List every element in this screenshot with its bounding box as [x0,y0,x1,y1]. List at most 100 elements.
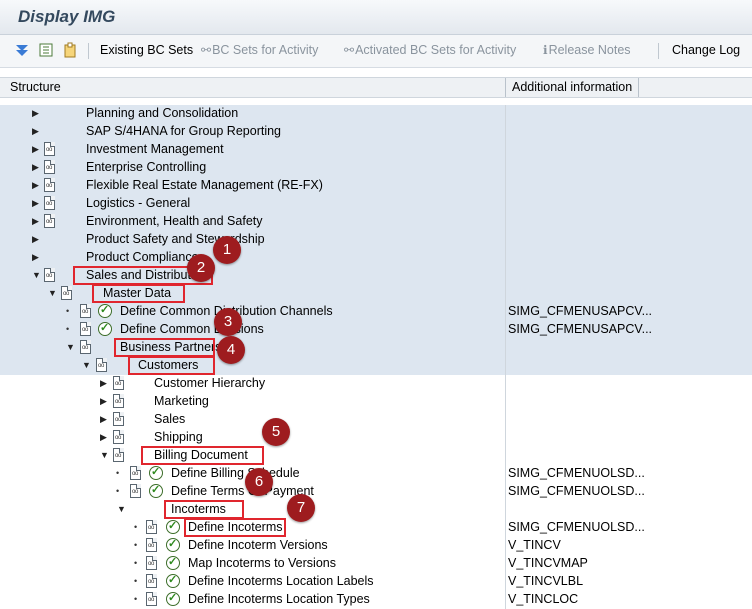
expand-arrow-right-icon[interactable]: ▶ [32,144,39,155]
documentation-icon[interactable]: oo [44,196,55,210]
tree-row[interactable]: ▼ Incoterms [0,501,752,519]
tree-row[interactable]: ▶ Product Safety and Stewardship [0,231,752,249]
documentation-icon[interactable]: oo [80,340,91,354]
execute-activity-icon[interactable] [149,465,163,480]
expand-arrow-right-icon[interactable]: ▶ [32,180,39,191]
expand-arrow-down-icon[interactable]: ▼ [117,504,126,514]
tree-node-label[interactable]: Shipping [154,430,203,444]
tree-node-label[interactable]: Environment, Health and Safety [86,214,263,228]
expand-arrow-right-icon[interactable]: ▶ [32,108,39,119]
execute-activity-icon[interactable] [98,321,112,336]
collapse-tree-icon[interactable] [38,42,54,58]
tree-node-label[interactable]: Define Common Divisions [120,322,264,336]
existing-bc-sets-button[interactable]: Existing BC Sets [100,43,193,57]
documentation-icon[interactable]: oo [113,412,124,426]
tree-node-label[interactable]: SAP S/4HANA for Group Reporting [86,124,281,138]
tree-node-label[interactable]: Flexible Real Estate Management (RE-FX) [86,178,323,192]
tree-row[interactable]: • oo Define Incoterms Location Labels V_TIN… [0,573,752,591]
documentation-icon[interactable]: oo [146,556,157,570]
documentation-icon[interactable]: oo [44,178,55,192]
tree-row[interactable]: • oo Define Incoterm Versions V_TINCV [0,537,752,555]
tree-node-label[interactable]: Map Incoterms to Versions [188,556,336,570]
column-divider[interactable] [505,78,506,97]
documentation-icon[interactable]: oo [44,160,55,174]
documentation-icon[interactable]: oo [44,268,55,282]
expand-arrow-down-icon[interactable]: ▼ [48,288,57,298]
tree-node-label[interactable]: Planning and Consolidation [86,106,238,120]
documentation-icon[interactable]: oo [113,448,124,462]
tree-row[interactable]: ▶ oo Enterprise Controlling [0,159,752,177]
tree-row[interactable]: ▶ Product Compliance [0,249,752,267]
column-divider[interactable] [638,78,639,97]
tree-node-label[interactable]: Define Billing Schedule [171,466,300,480]
expand-arrow-right-icon[interactable]: ▶ [100,414,107,425]
tree-node-label[interactable]: Marketing [154,394,209,408]
tree-node-label[interactable]: Investment Management [86,142,224,156]
documentation-icon[interactable]: oo [113,430,124,444]
expand-arrow-right-icon[interactable]: ▶ [32,216,39,227]
documentation-icon[interactable]: oo [80,304,91,318]
tree-node-label[interactable]: Logistics - General [86,196,190,210]
expand-arrow-right-icon[interactable]: ▶ [32,126,39,137]
tree-row[interactable]: ▶ oo Sales [0,411,752,429]
expand-arrow-right-icon[interactable]: ▶ [100,396,107,407]
tree-row[interactable]: • oo Define Incoterms Location Types V_TINC… [0,591,752,609]
tree-row[interactable]: ▶ Planning and Consolidation [0,105,752,123]
change-log-button[interactable]: Change Log [672,43,740,57]
tree-row[interactable]: ▼ oo Billing Document [0,447,752,465]
tree-node-label[interactable]: Define Incoterms Location Types [188,592,370,606]
documentation-icon[interactable]: oo [113,394,124,408]
execute-activity-icon[interactable] [166,573,180,588]
bc-sets-for-activity-button[interactable]: ⚯BC Sets for Activity [201,43,318,57]
expand-arrow-down-icon[interactable]: ▼ [82,360,91,370]
tree-row[interactable]: ▶ SAP S/4HANA for Group Reporting [0,123,752,141]
tree-row[interactable]: ▶ oo Logistics - General [0,195,752,213]
documentation-icon[interactable]: oo [61,286,72,300]
documentation-icon[interactable]: oo [44,214,55,228]
expand-arrow-right-icon[interactable]: ▶ [32,198,39,209]
execute-activity-icon[interactable] [149,483,163,498]
documentation-icon[interactable]: oo [146,592,157,606]
documentation-icon[interactable]: oo [146,520,157,534]
tree-node-label[interactable]: Product Compliance [86,250,199,264]
structure-column-header[interactable]: Structure [10,80,61,94]
tree-row[interactable]: •ooDefine IncotermsSIMG_CFMENUOLSD... [0,519,752,537]
documentation-icon[interactable]: oo [96,358,107,372]
expand-all-icon[interactable] [14,42,30,58]
expand-arrow-down-icon[interactable]: ▼ [32,270,41,280]
tree-row[interactable]: ▶ oo Environment, Health and Safety [0,213,752,231]
tree-node-label[interactable]: Define Incoterms Location Labels [188,574,374,588]
tree-row[interactable]: ▼ oo Customers [0,357,752,375]
tree-node-label[interactable]: Customer Hierarchy [154,376,265,390]
tree-node-label[interactable]: Define Incoterm Versions [188,538,328,552]
tree-node-label[interactable]: Enterprise Controlling [86,160,206,174]
tree-row[interactable]: ▶ oo Shipping [0,429,752,447]
tree-row[interactable]: • oo Define Billing Schedule SIMG_CFMENUOLS… [0,465,752,483]
expand-arrow-right-icon[interactable]: ▶ [100,432,107,443]
tree-row[interactable]: •ooDefine Common Distribution ChannelsSI… [0,303,752,321]
release-notes-button[interactable]: ℹRelease Notes [543,43,631,57]
tree-row[interactable]: • oo Define Common Divisions SIMG_CFMENUSAP… [0,321,752,339]
execute-activity-icon[interactable] [166,519,180,534]
tree-row[interactable]: ▼ oo Business Partners [0,339,752,357]
expand-arrow-right-icon[interactable]: ▶ [32,162,39,173]
additional-info-column-header[interactable]: Additional information [512,80,632,94]
expand-arrow-down-icon[interactable]: ▼ [66,342,75,352]
execute-activity-icon[interactable] [166,537,180,552]
execute-activity-icon[interactable] [166,555,180,570]
tree-row[interactable]: ▶ oo Marketing [0,393,752,411]
tree-row[interactable]: ▶ oo Investment Management [0,141,752,159]
expand-arrow-right-icon[interactable]: ▶ [32,252,39,263]
execute-activity-icon[interactable] [166,591,180,606]
documentation-icon[interactable]: oo [130,484,141,498]
documentation-icon[interactable]: oo [130,466,141,480]
expand-arrow-right-icon[interactable]: ▶ [32,234,39,245]
documentation-icon[interactable]: oo [80,322,91,336]
clipboard-icon[interactable] [62,42,78,58]
expand-arrow-down-icon[interactable]: ▼ [100,450,109,460]
tree-row[interactable]: ▶ oo Flexible Real Estate Management (RE-F… [0,177,752,195]
tree-row[interactable]: • oo Map Incoterms to Versions V_TINCVMAP [0,555,752,573]
tree-row[interactable]: ▶ oo Customer Hierarchy [0,375,752,393]
documentation-icon[interactable]: oo [146,574,157,588]
tree-row[interactable]: •ooDefine Terms Of PaymentSIMG_CFMENUOLS… [0,483,752,501]
